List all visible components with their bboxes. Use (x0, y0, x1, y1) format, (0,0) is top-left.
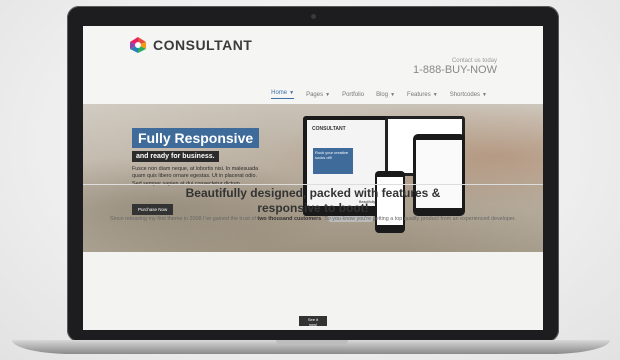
features-text-after: . So you know you're getting a top quali… (321, 216, 516, 222)
laptop-frame: CONSULTANT Contact us today 1-888-BUY-NO… (67, 6, 559, 342)
contact-phone[interactable]: 1-888-BUY-NOW (413, 64, 497, 76)
nav-label: Portfolio (342, 91, 365, 98)
nav-item-portfolio[interactable]: Portfolio (342, 90, 364, 99)
features-title-line1: Beautifully designed, packed with featur… (185, 186, 441, 200)
mini-hero-text: Rock your creative socks off! (313, 148, 353, 174)
logo-mark-svg (130, 37, 146, 53)
main-nav: Home ▼ Pages ▼ Portfolio Blog ▼ Features ▼ S… (271, 90, 487, 99)
hero-subtitle: and ready for business. (132, 151, 219, 162)
site-logo[interactable]: CONSULTANT (129, 36, 252, 54)
features-text-before: Since releasing my first theme in 2008 I… (110, 216, 258, 222)
laptop-screen: CONSULTANT Contact us today 1-888-BUY-NO… (83, 26, 543, 330)
features-title: Beautifully designed, packed with featur… (83, 186, 543, 216)
section-divider (83, 184, 543, 185)
camera-icon (311, 14, 316, 19)
nav-item-home[interactable]: Home ▼ (271, 90, 295, 99)
nav-label: Shortcodes (449, 91, 481, 98)
mini-logo-text: CONSULTANT (312, 126, 346, 132)
chevron-down-icon: ▼ (390, 91, 396, 98)
nav-label: Pages (306, 91, 324, 98)
contact-block: Contact us today 1-888-BUY-NOW (413, 58, 497, 76)
features-text-bold: two thousand customers (257, 216, 322, 222)
nav-label: Blog (376, 91, 389, 98)
nav-item-blog[interactable]: Blog ▼ (376, 90, 395, 99)
nav-label: Features (407, 91, 431, 98)
nav-item-pages[interactable]: Pages ▼ (306, 90, 330, 99)
logo-text: CONSULTANT (153, 37, 253, 53)
hero-section: Fully Responsive and ready for business.… (83, 104, 543, 252)
site-header: CONSULTANT Contact us today 1-888-BUY-NO… (83, 26, 543, 104)
nav-item-features[interactable]: Features ▼ (407, 90, 438, 99)
features-title-line2: responsive to boot! (257, 201, 369, 215)
chevron-down-icon: ▼ (482, 91, 487, 98)
nav-label: Home (271, 90, 288, 96)
features-text: Since releasing my first theme in 2008 I… (83, 216, 543, 224)
nav-item-shortcodes[interactable]: Shortcodes ▼ (450, 90, 487, 99)
chevron-down-icon: ▼ (289, 90, 295, 96)
chevron-down-icon: ▼ (432, 91, 438, 98)
laptop-notch (276, 340, 348, 345)
logo-icon (129, 36, 147, 54)
hero-title: Fully Responsive (132, 128, 260, 148)
chevron-down-icon: ▼ (325, 91, 331, 98)
see-it-now-button[interactable]: See it now! (299, 316, 327, 327)
